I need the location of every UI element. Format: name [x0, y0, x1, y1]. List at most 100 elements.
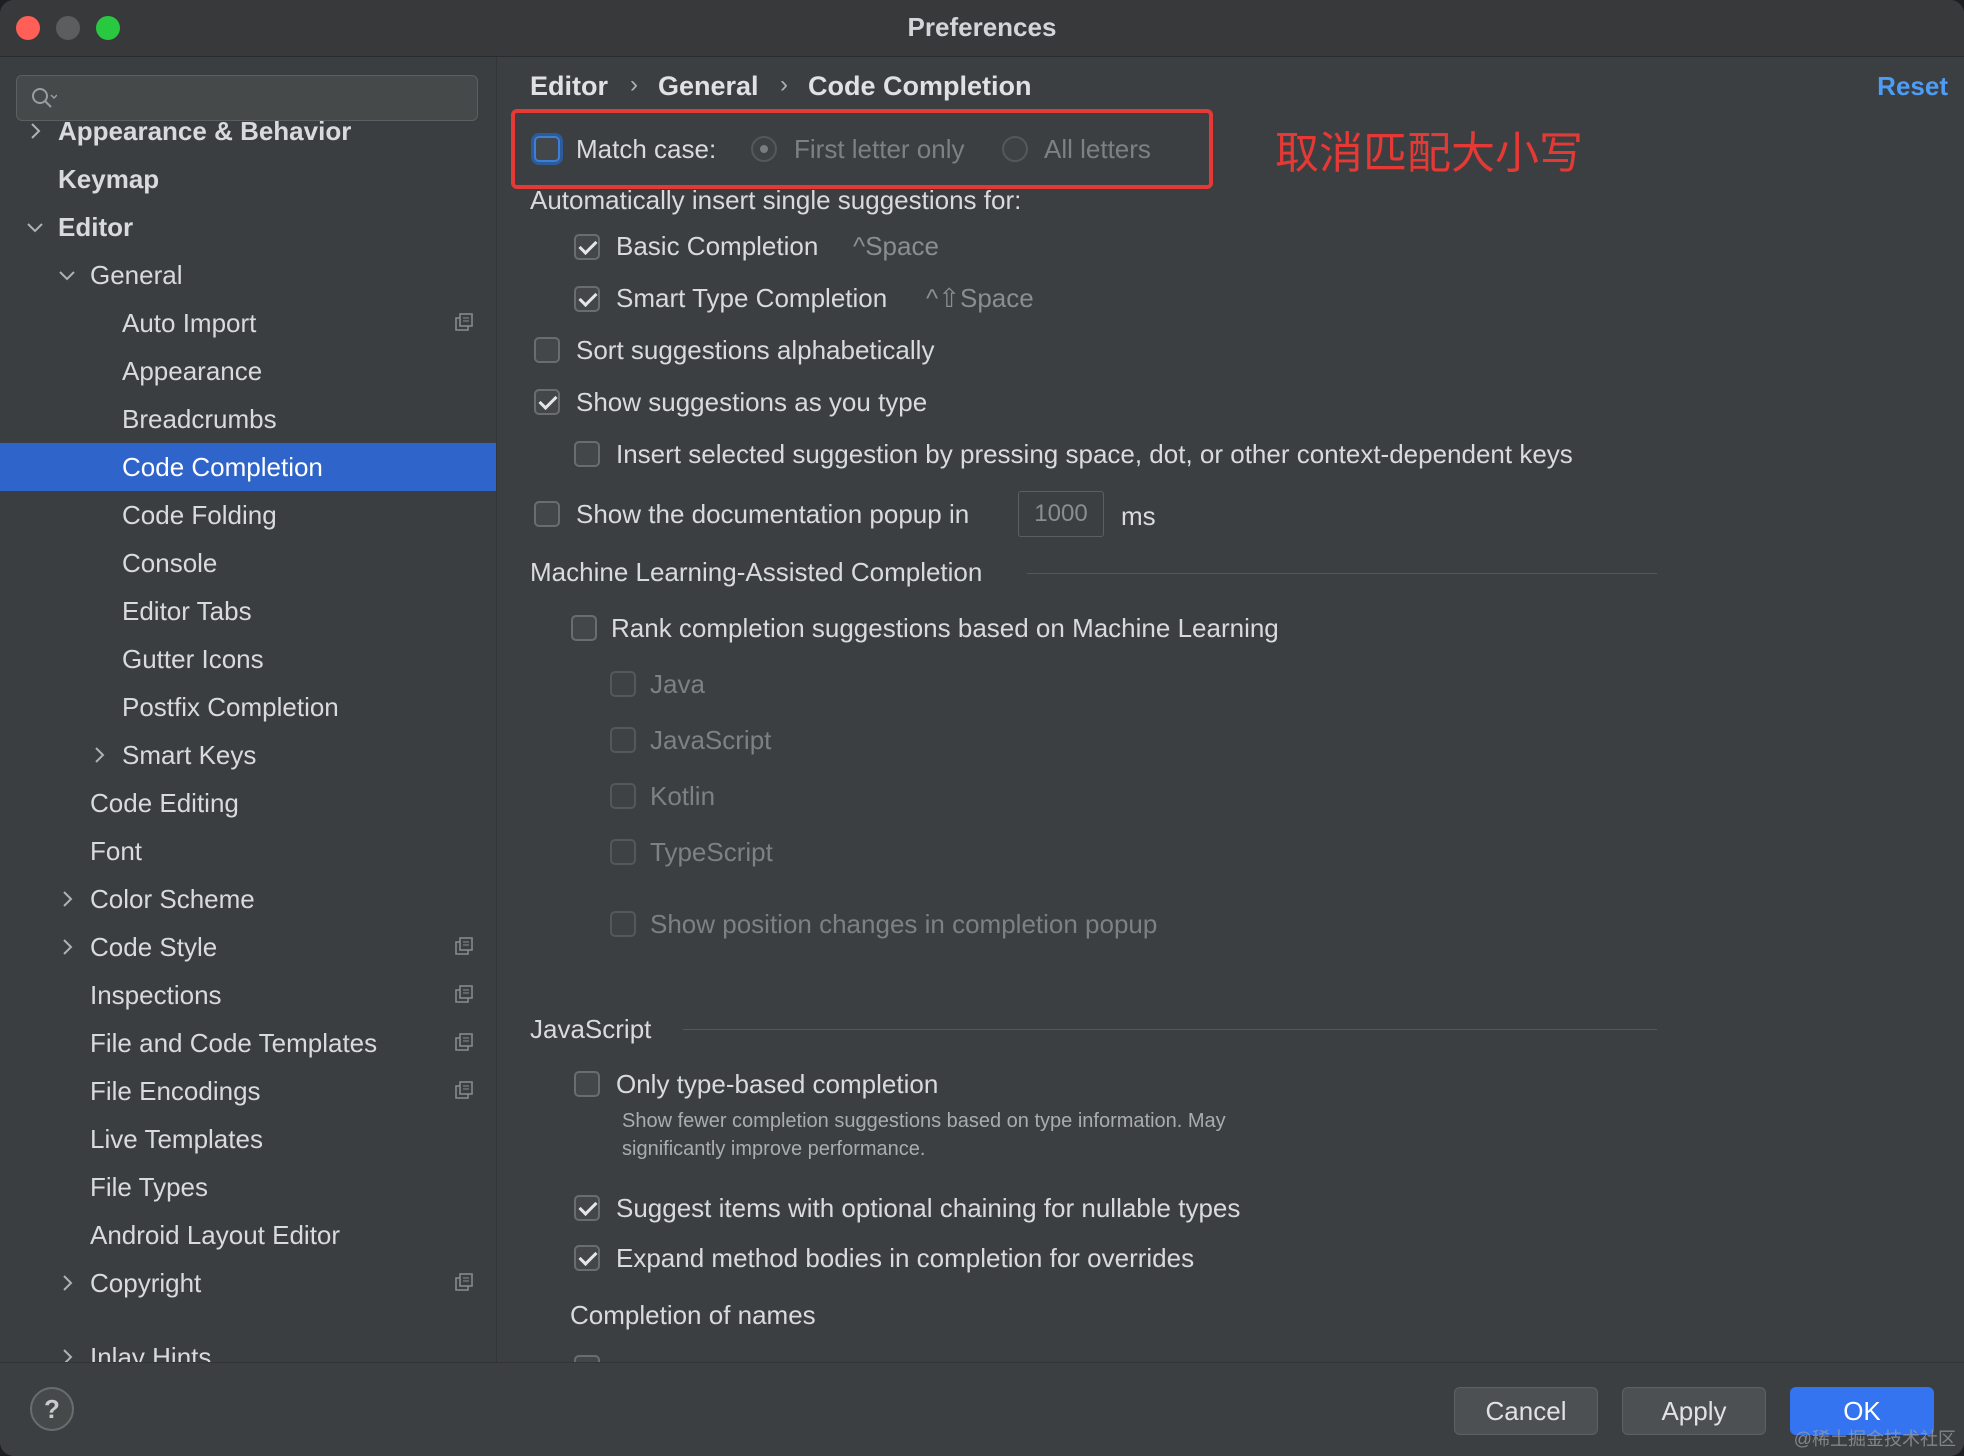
- optional-chaining-checkbox[interactable]: [574, 1195, 600, 1221]
- chevron-right-icon[interactable]: [56, 1272, 78, 1294]
- chevron-right-icon[interactable]: [56, 888, 78, 910]
- breadcrumb-item-editor[interactable]: Editor: [530, 71, 608, 102]
- settings-sidebar: Appearance & Behavior Keymap Editor Gene…: [0, 57, 497, 1362]
- sidebar-item-font[interactable]: Font: [0, 827, 496, 875]
- sidebar-item-label: Code Completion: [122, 452, 323, 482]
- sidebar-item-code-completion[interactable]: Code Completion: [0, 443, 496, 491]
- chevron-right-icon[interactable]: [88, 744, 110, 766]
- sidebar-item-file-types[interactable]: File Types: [0, 1163, 496, 1211]
- sidebar-item-inspections[interactable]: Inspections: [0, 971, 496, 1019]
- insert-selected-suggestion-checkbox[interactable]: [574, 441, 600, 467]
- only-type-based-checkbox[interactable]: [574, 1071, 600, 1097]
- ml-rank-checkbox[interactable]: [571, 615, 597, 641]
- ml-kotlin-checkbox[interactable]: [610, 783, 636, 809]
- sidebar-item-general[interactable]: General: [0, 251, 496, 299]
- sidebar-item-label: Code Editing: [90, 788, 239, 818]
- sidebar-item-label: Editor: [58, 212, 134, 242]
- sidebar-item-android-layout-editor[interactable]: Android Layout Editor: [0, 1211, 496, 1259]
- sidebar-item-live-templates[interactable]: Live Templates: [0, 1115, 496, 1163]
- auto-insert-heading: Automatically insert single suggestions …: [530, 185, 1022, 215]
- expand-method-bodies-checkbox[interactable]: [574, 1245, 600, 1271]
- breadcrumb-item-code-completion: Code Completion: [808, 71, 1032, 101]
- sidebar-item-file-encodings[interactable]: File Encodings: [0, 1067, 496, 1115]
- all-letters-label: All letters: [1044, 134, 1151, 164]
- all-letters-radio[interactable]: [1002, 136, 1028, 162]
- sidebar-item-editor[interactable]: Editor: [0, 203, 496, 251]
- ml-java-checkbox[interactable]: [610, 671, 636, 697]
- documentation-popup-label: Show the documentation popup in: [576, 499, 970, 529]
- javascript-section-heading: JavaScript: [530, 1014, 652, 1044]
- sidebar-item-label: File Types: [90, 1172, 209, 1202]
- chevron-down-icon[interactable]: [56, 264, 78, 286]
- basic-completion-shortcut: ^Space: [853, 231, 939, 261]
- ml-typescript-checkbox[interactable]: [610, 839, 636, 865]
- basic-completion-checkbox[interactable]: [574, 234, 600, 260]
- ml-show-position-label: Show position changes in completion popu…: [650, 909, 1158, 939]
- sidebar-item-auto-import[interactable]: Auto Import: [0, 299, 496, 347]
- sidebar-item-label: Breadcrumbs: [122, 404, 277, 434]
- sidebar-item-postfix-completion[interactable]: Postfix Completion: [0, 683, 496, 731]
- cancel-button[interactable]: Cancel: [1454, 1387, 1598, 1435]
- project-scope-icon: [455, 985, 473, 1003]
- sidebar-item-copyright[interactable]: Copyright: [0, 1259, 496, 1307]
- sidebar-item-inlay-hints[interactable]: Inlay Hints: [0, 1333, 496, 1362]
- only-type-based-description: Show fewer completion suggestions based …: [622, 1110, 1226, 1132]
- sidebar-item-label: Gutter Icons: [122, 644, 264, 674]
- project-scope-icon: [455, 1033, 473, 1051]
- breadcrumb-separator-icon: ›: [780, 71, 788, 98]
- chevron-right-icon[interactable]: [56, 936, 78, 958]
- reset-link[interactable]: Reset: [1877, 71, 1948, 102]
- sidebar-item-appearance-behavior[interactable]: Appearance & Behavior: [0, 107, 496, 155]
- chevron-right-icon[interactable]: [56, 1346, 78, 1362]
- sidebar-item-smart-keys[interactable]: Smart Keys: [0, 731, 496, 779]
- sidebar-item-code-folding[interactable]: Code Folding: [0, 491, 496, 539]
- expand-method-bodies-label: Expand method bodies in completion for o…: [616, 1243, 1195, 1273]
- completion-of-names-checkbox[interactable]: [574, 1355, 600, 1362]
- sort-alphabetically-checkbox[interactable]: [534, 337, 560, 363]
- ml-typescript-label: TypeScript: [650, 837, 773, 867]
- breadcrumb-item-general[interactable]: General: [658, 71, 759, 102]
- watermark: @稀土掘金技术社区: [1793, 1429, 1956, 1449]
- sidebar-item-code-style[interactable]: Code Style: [0, 923, 496, 971]
- chevron-right-icon[interactable]: [24, 120, 46, 142]
- sidebar-item-console[interactable]: Console: [0, 539, 496, 587]
- documentation-popup-delay-input[interactable]: 1000: [1018, 491, 1104, 537]
- sidebar-item-label: Keymap: [58, 164, 160, 194]
- sidebar-item-editor-tabs[interactable]: Editor Tabs: [0, 587, 496, 635]
- sidebar-item-label: Copyright: [90, 1268, 202, 1298]
- sidebar-item-breadcrumbs[interactable]: Breadcrumbs: [0, 395, 496, 443]
- chevron-down-icon[interactable]: [24, 216, 46, 238]
- first-letter-only-radio[interactable]: [751, 136, 777, 162]
- apply-button[interactable]: Apply: [1622, 1387, 1766, 1435]
- match-case-checkbox[interactable]: [534, 136, 560, 162]
- show-suggestions-as-you-type-checkbox[interactable]: [534, 389, 560, 415]
- documentation-popup-unit: ms: [1121, 501, 1156, 531]
- sidebar-item-appearance[interactable]: Appearance: [0, 347, 496, 395]
- ml-show-position-checkbox[interactable]: [610, 911, 636, 937]
- window-title: Preferences: [907, 12, 1057, 42]
- ml-javascript-label: JavaScript: [650, 725, 772, 755]
- sidebar-item-label: File and Code Templates: [90, 1028, 378, 1058]
- sidebar-item-code-editing[interactable]: Code Editing: [0, 779, 496, 827]
- section-divider: [683, 1029, 1657, 1030]
- ml-rank-label: Rank completion suggestions based on Mac…: [611, 613, 1279, 643]
- smart-type-completion-shortcut: ^⇧Space: [926, 283, 1034, 313]
- sidebar-item-label: General: [90, 260, 183, 290]
- only-type-based-label: Only type-based completion: [616, 1069, 939, 1099]
- sidebar-item-gutter-icons[interactable]: Gutter Icons: [0, 635, 496, 683]
- show-suggestions-as-you-type-label: Show suggestions as you type: [576, 387, 928, 417]
- ml-javascript-checkbox[interactable]: [610, 727, 636, 753]
- breadcrumb-separator-icon: ›: [630, 71, 638, 98]
- sidebar-item-label: Font: [90, 836, 143, 866]
- sidebar-item-label: Code Style: [90, 932, 218, 962]
- documentation-popup-checkbox[interactable]: [534, 501, 560, 527]
- ml-kotlin-label: Kotlin: [650, 781, 716, 811]
- sidebar-item-keymap[interactable]: Keymap: [0, 155, 496, 203]
- sidebar-item-label: Color Scheme: [90, 884, 255, 914]
- ml-java-label: Java: [650, 669, 705, 699]
- sidebar-item-file-code-templates[interactable]: File and Code Templates: [0, 1019, 496, 1067]
- basic-completion-label: Basic Completion: [616, 231, 819, 261]
- smart-type-completion-checkbox[interactable]: [574, 286, 600, 312]
- help-button[interactable]: ?: [30, 1387, 74, 1431]
- sidebar-item-color-scheme[interactable]: Color Scheme: [0, 875, 496, 923]
